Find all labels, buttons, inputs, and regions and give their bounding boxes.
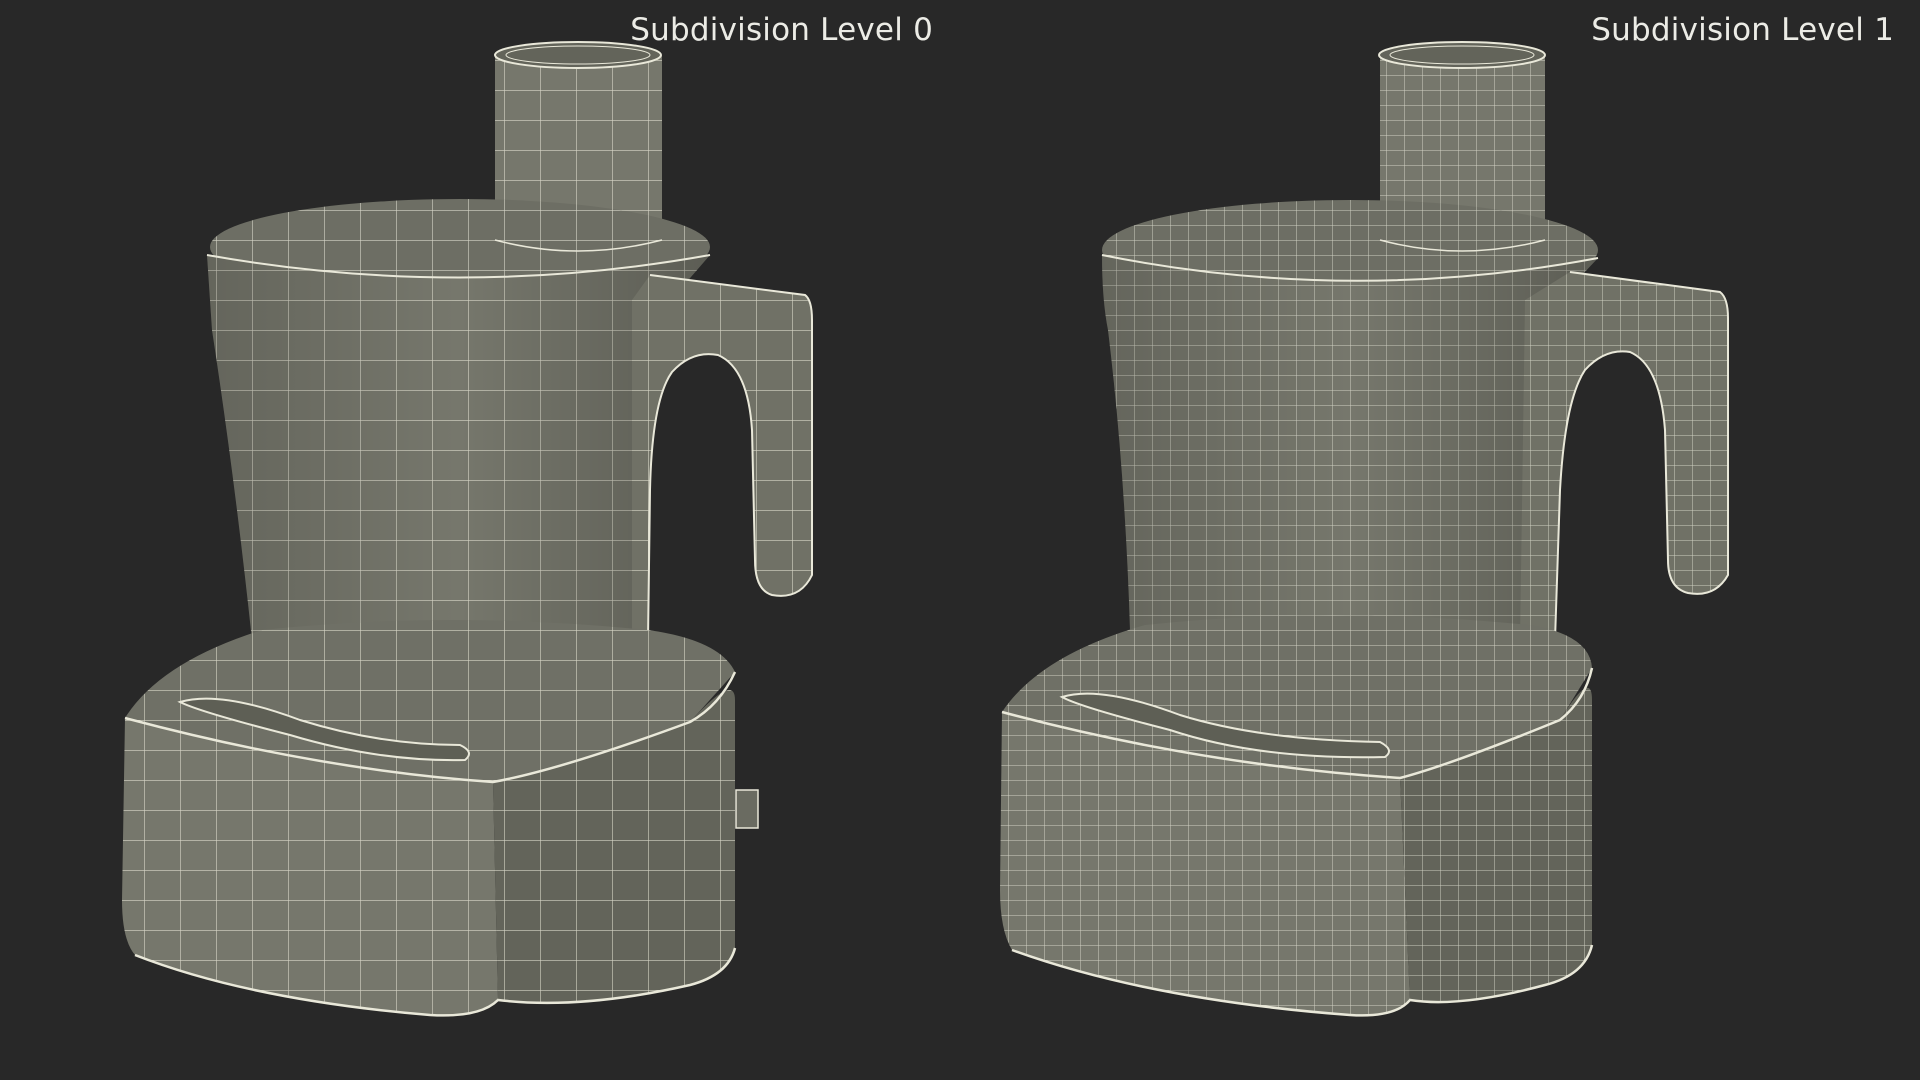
food-processor-subdivision-0 bbox=[122, 41, 813, 1017]
wireframe-renders bbox=[122, 41, 1729, 1017]
render-viewport: Subdivision Level 0 Subdivision Level 1 bbox=[0, 0, 1920, 1080]
food-processor-subdivision-1 bbox=[1000, 41, 1729, 1017]
